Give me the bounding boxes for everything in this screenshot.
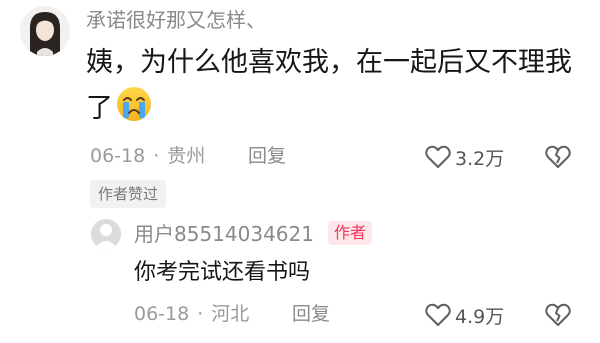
dislike-button[interactable]	[545, 145, 571, 173]
broken-heart-icon	[545, 303, 571, 326]
default-user-icon	[91, 219, 121, 249]
meta-separator: ·	[197, 303, 204, 325]
crying-face-emoji-icon	[115, 85, 153, 123]
comment-meta: 06-18 · 贵州	[90, 142, 205, 170]
author-liked-badge: 作者赞过	[90, 180, 167, 208]
reply-button[interactable]: 回复	[248, 142, 286, 170]
reply-location: 河北	[211, 303, 250, 325]
reply-avatar[interactable]	[91, 219, 121, 249]
reply-date: 06-18	[134, 303, 190, 325]
comment-location: 贵州	[167, 145, 206, 167]
heart-icon	[425, 303, 451, 326]
comment-text: 姨，为什么他喜欢我，在一起后又不理我了	[86, 41, 586, 131]
reply-like-count: 4.9万	[455, 305, 505, 328]
author-tag: 作者	[328, 221, 373, 245]
reply-like-button[interactable]: 4.9万	[425, 301, 504, 329]
comment-text-content: 姨，为什么他喜欢我，在一起后又不理我了	[86, 47, 572, 124]
reply-username[interactable]: 用户85514034621	[134, 220, 314, 248]
like-count: 3.2万	[455, 147, 505, 170]
like-button[interactable]: 3.2万	[425, 143, 504, 171]
avatar-portrait-icon	[20, 6, 70, 56]
avatar[interactable]	[20, 6, 70, 56]
reply-reply-button[interactable]: 回复	[292, 300, 330, 328]
comment-date: 06-18	[90, 145, 146, 167]
heart-icon	[425, 145, 451, 168]
comment-username[interactable]: 承诺很好那又怎样、	[86, 6, 266, 34]
reply-text: 你考完试还看书吗	[134, 260, 311, 285]
meta-separator: ·	[153, 145, 160, 167]
reply-dislike-button[interactable]	[545, 303, 571, 331]
broken-heart-icon	[545, 145, 571, 168]
reply-meta: 06-18 · 河北	[134, 300, 249, 328]
